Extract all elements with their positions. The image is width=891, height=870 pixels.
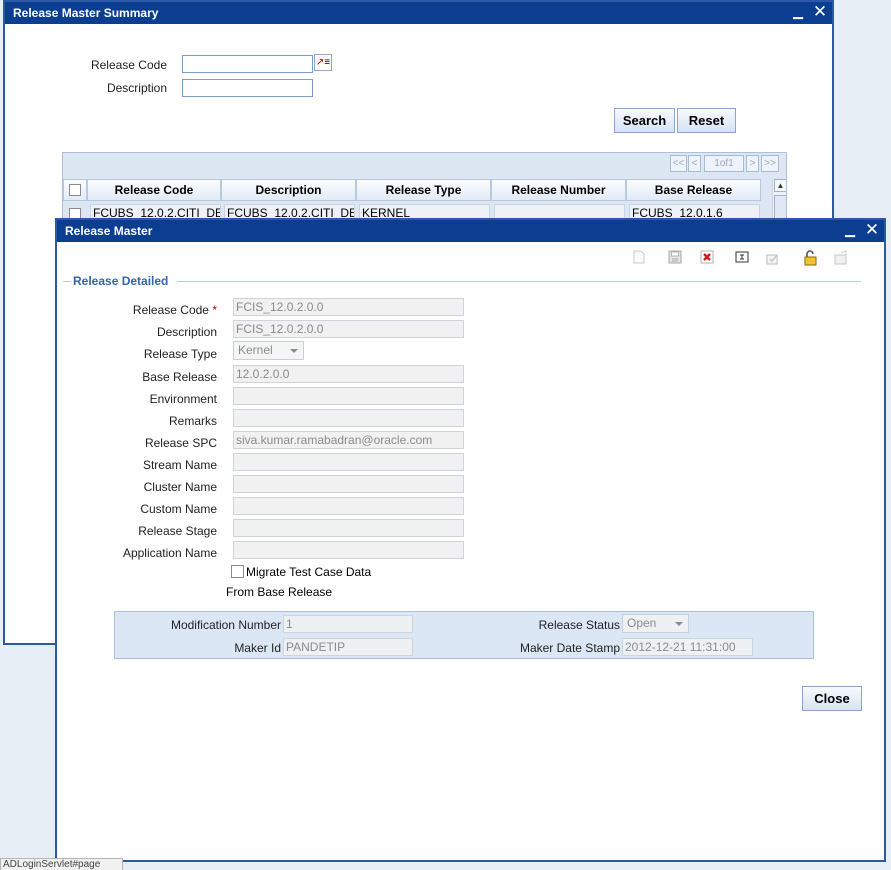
close-icon[interactable]: ✕ [811, 2, 829, 24]
release-master-window: Release Master ▁ ✕ Release Detailed Rele… [55, 218, 886, 862]
description-label: Description [106, 81, 167, 95]
next-page-button[interactable]: > [746, 155, 759, 172]
environment-label: Environment [149, 392, 217, 406]
first-page-button[interactable]: << [670, 155, 687, 172]
minimize-icon[interactable]: ▁ [841, 220, 859, 242]
maker-id-label: Maker Id [234, 641, 281, 655]
description-input[interactable] [182, 79, 313, 97]
column-header[interactable]: Release Number [491, 179, 626, 201]
release-type-value: Kernel [238, 343, 273, 357]
release-code-label: Release Code [90, 58, 167, 72]
base-release-field[interactable]: 12.0.2.0.0 [233, 365, 464, 383]
from-base-release-label: From Base Release [226, 585, 333, 599]
release-type-label: Release Type [143, 347, 217, 361]
cluster-name-field[interactable] [233, 475, 464, 493]
delete-icon[interactable] [699, 250, 715, 266]
column-header[interactable]: Release Code [87, 179, 221, 201]
chevron-down-icon [675, 622, 683, 626]
section-divider [177, 281, 861, 282]
migrate-test-case-checkbox[interactable] [231, 565, 244, 578]
application-name-field[interactable] [233, 541, 464, 559]
release-status-label: Release Status [538, 618, 620, 632]
remarks-field[interactable] [233, 409, 464, 427]
authorize-icon[interactable] [765, 250, 781, 266]
release-code-field[interactable]: FCIS_12.0.2.0.0 [233, 298, 464, 316]
release-stage-field[interactable] [233, 519, 464, 537]
status-bar: ADLoginServlet#page [0, 858, 123, 870]
migrate-test-case-label: Migrate Test Case Data [246, 565, 372, 579]
master-titlebar: Release Master ▁ ✕ [57, 220, 884, 242]
custom-name-label: Custom Name [140, 502, 217, 516]
summary-title: Release Master Summary [13, 6, 159, 20]
release-code-label-text: Release Code [132, 303, 209, 317]
required-asterisk: * [212, 303, 217, 317]
maker-id-field[interactable]: PANDETIP [283, 638, 413, 656]
close-icon[interactable]: ✕ [863, 220, 881, 242]
section-divider [63, 281, 71, 282]
save-icon[interactable] [667, 250, 683, 266]
release-type-select[interactable]: Kernel [233, 341, 304, 360]
custom-name-field[interactable] [233, 497, 464, 515]
cluster-name-label: Cluster Name [143, 480, 217, 494]
column-header[interactable]: Description [221, 179, 356, 201]
release-spc-field[interactable]: siva.kumar.ramabadran@oracle.com [233, 431, 464, 449]
lov-search-icon[interactable]: ↗≡ [314, 54, 332, 71]
release-code-label: Release Code * [57, 303, 217, 317]
release-status-value: Open [627, 616, 657, 630]
search-button[interactable]: Search [614, 108, 675, 133]
base-release-label: Base Release [142, 370, 217, 384]
copy-icon[interactable] [734, 250, 750, 266]
remarks-label: Remarks [168, 414, 217, 428]
select-all-checkbox[interactable] [69, 184, 81, 196]
chevron-down-icon [290, 349, 298, 353]
column-header[interactable]: Release Type [356, 179, 491, 201]
minimize-icon[interactable]: ▁ [789, 2, 807, 24]
master-title: Release Master [65, 224, 153, 238]
summary-titlebar: Release Master Summary ▁ ✕ [5, 2, 832, 24]
maker-date-stamp-field[interactable]: 2012-12-21 11:31:00 [622, 638, 753, 656]
release-spc-label: Release SPC [144, 436, 217, 450]
close-button[interactable]: Close [802, 686, 862, 711]
description-field[interactable]: FCIS_12.0.2.0.0 [233, 320, 464, 338]
column-header[interactable]: Base Release [626, 179, 761, 201]
new-icon[interactable] [631, 250, 647, 266]
section-title: Release Detailed [73, 274, 169, 288]
last-page-button[interactable]: >> [761, 155, 779, 172]
stream-name-field[interactable] [233, 453, 464, 471]
prev-page-button[interactable]: < [688, 155, 701, 172]
environment-field[interactable] [233, 387, 464, 405]
description-label: Description [156, 325, 217, 339]
release-stage-label: Release Stage [138, 524, 217, 538]
unlock-icon[interactable] [802, 250, 818, 266]
maker-date-stamp-label: Maker Date Stamp [519, 641, 620, 655]
release-status-select[interactable]: Open [622, 614, 689, 633]
release-code-input[interactable] [182, 55, 313, 73]
close-record-icon[interactable] [833, 250, 849, 266]
scroll-up-icon[interactable]: ▲ [774, 179, 786, 192]
audit-panel: Modification Number 1 Maker Id PANDETIP … [114, 611, 814, 659]
application-name-label: Application Name [122, 546, 217, 560]
results-grid: << < 1of1 > >> Release Code Description … [62, 152, 787, 227]
reset-button[interactable]: Reset [677, 108, 736, 133]
page-indicator: 1of1 [704, 155, 744, 172]
modification-number-label: Modification Number [170, 618, 281, 632]
select-all-header [63, 179, 87, 201]
modification-number-field[interactable]: 1 [283, 615, 413, 633]
stream-name-label: Stream Name [142, 458, 217, 472]
